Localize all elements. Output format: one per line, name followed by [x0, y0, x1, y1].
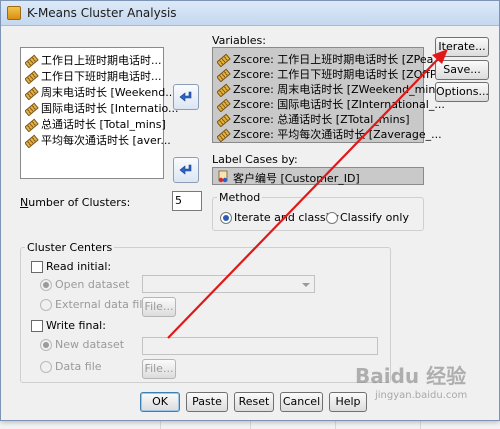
baidu-watermark-url: jingyan.baidu.com [375, 390, 468, 401]
baidu-watermark: Baidu 经验 [355, 364, 467, 388]
